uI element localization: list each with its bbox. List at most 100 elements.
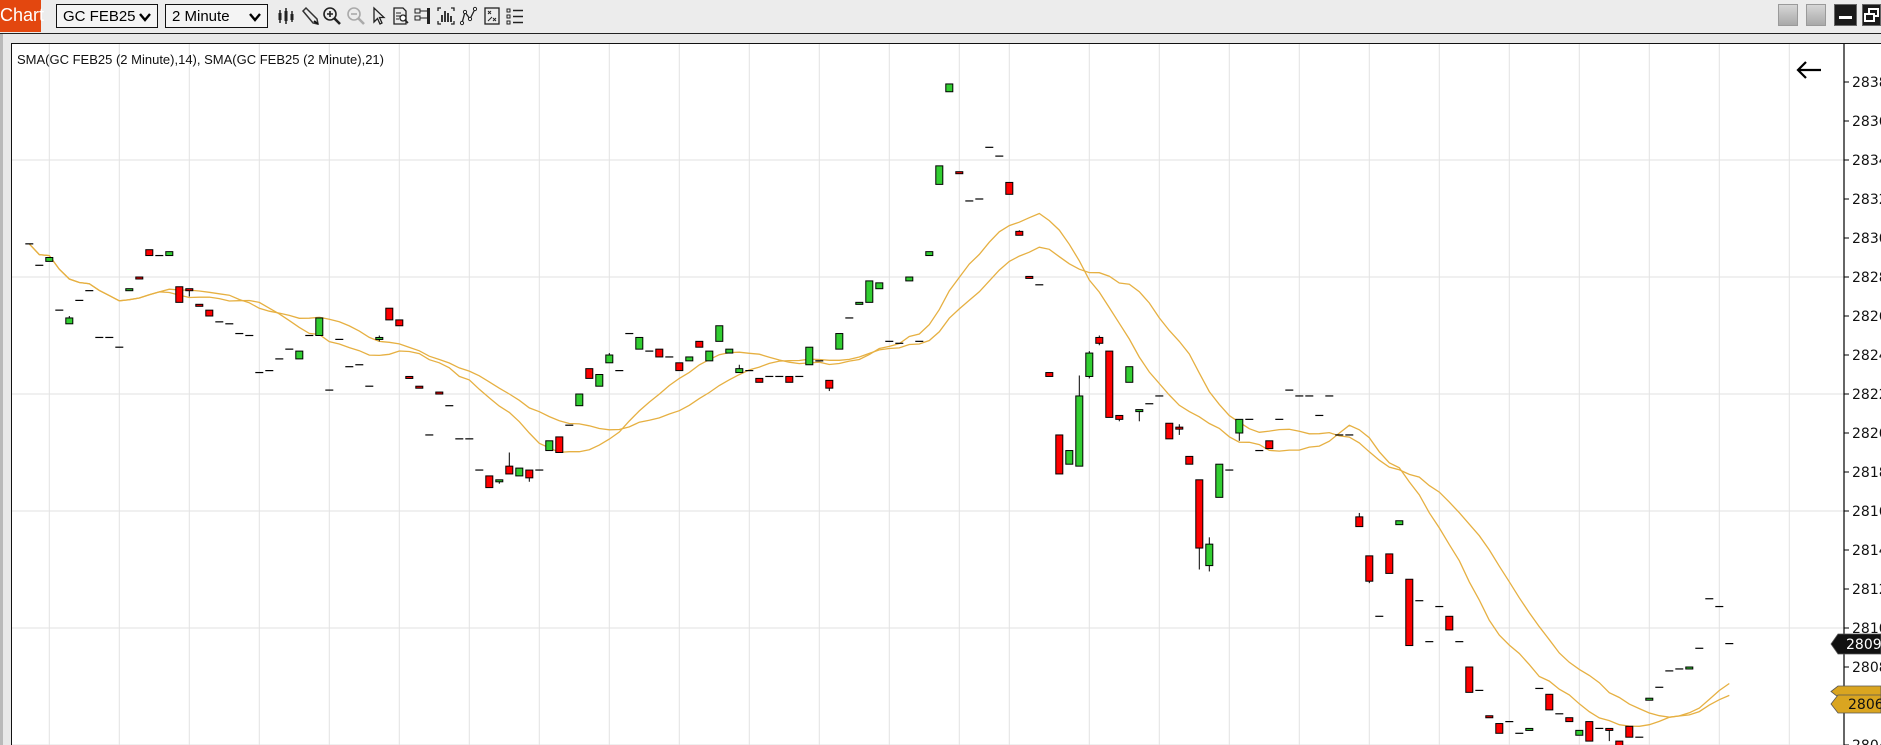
candle-body-up — [1685, 666, 1694, 670]
candle-body-down — [1625, 725, 1634, 738]
candle — [1395, 520, 1404, 526]
candle — [945, 83, 954, 93]
candle — [925, 251, 934, 257]
candle-body-down — [175, 286, 184, 303]
candle-body-down — [435, 391, 444, 395]
candle-body-up — [315, 317, 324, 337]
price-tick-label: 2838 — [1852, 75, 1881, 91]
candle-body-up — [685, 356, 694, 362]
candle-body-up — [1065, 450, 1074, 465]
candle — [725, 348, 734, 354]
candle-body-up — [1215, 463, 1224, 498]
candle — [855, 301, 864, 305]
candle-body-up — [65, 317, 74, 325]
candle-body-up — [1525, 727, 1534, 731]
candle — [1365, 555, 1374, 584]
candle — [1485, 715, 1494, 719]
candle-body-up — [925, 251, 934, 257]
candle — [1645, 697, 1654, 701]
candle — [205, 309, 214, 317]
candle-body-down — [185, 288, 194, 292]
candle — [1355, 512, 1364, 528]
candle — [1525, 727, 1534, 731]
candle — [905, 276, 914, 282]
candle-body-down — [1585, 721, 1594, 742]
candle-body-down — [1005, 181, 1014, 195]
candle — [1105, 350, 1114, 418]
candle-body-down — [1105, 350, 1114, 418]
candle — [1605, 727, 1614, 742]
candle-body-up — [125, 288, 134, 292]
candle — [515, 467, 524, 477]
candle — [485, 475, 494, 489]
candle-body-up — [1085, 352, 1094, 377]
candle-body-up — [1125, 366, 1134, 383]
candle-body-down — [1045, 372, 1054, 377]
candle-body-down — [785, 375, 794, 383]
candle — [1625, 725, 1634, 738]
candle — [545, 440, 554, 452]
price-tick-label: 2832 — [1852, 192, 1881, 208]
candle-body-down — [675, 362, 684, 372]
candle-body-down — [145, 249, 154, 257]
candle-body-up — [945, 83, 954, 93]
candle — [415, 385, 424, 389]
candle — [755, 377, 764, 383]
candle-body-down — [1015, 230, 1024, 236]
candle — [295, 350, 304, 360]
plot-area — [12, 44, 1844, 745]
candle-body-up — [735, 368, 744, 374]
candle — [1115, 414, 1124, 422]
candle — [1235, 418, 1244, 441]
candle-body-down — [1405, 578, 1414, 647]
candle — [1585, 721, 1594, 742]
candle — [1055, 434, 1064, 475]
candle-body-up — [595, 374, 604, 387]
candle-body-up — [705, 350, 714, 362]
candle-body-up — [1135, 409, 1144, 413]
candle — [1025, 275, 1034, 279]
candle-body-up — [1075, 395, 1084, 467]
candle-body-up — [605, 354, 614, 364]
candle-body-up — [575, 393, 584, 407]
candle-body-up — [805, 346, 814, 366]
candle — [495, 479, 504, 484]
candle — [1545, 693, 1554, 711]
sma-14-line — [28, 212, 1730, 727]
candle-body-down — [1185, 455, 1194, 465]
candle — [1135, 409, 1144, 422]
candle — [385, 307, 394, 321]
candle — [1195, 479, 1204, 570]
candle-body-up — [835, 333, 844, 350]
candle-body-down — [825, 379, 834, 389]
candle — [195, 303, 204, 307]
candle-body-down — [955, 171, 964, 175]
last-price-label: 2809 — [1846, 637, 1881, 653]
candle-body-up — [45, 257, 54, 262]
candle-body-up — [865, 280, 874, 303]
candle-body-down — [395, 319, 404, 327]
price-tick-label: 2814 — [1852, 543, 1881, 559]
candle-body-up — [165, 251, 174, 257]
candle — [1015, 230, 1024, 236]
candle — [1125, 366, 1134, 383]
back-arrow-icon[interactable] — [1795, 60, 1823, 80]
price-tick-label: 2828 — [1852, 270, 1881, 286]
candle — [705, 350, 714, 362]
candle — [955, 171, 964, 175]
candle — [865, 280, 874, 303]
candle — [435, 391, 444, 395]
candle — [585, 368, 594, 379]
candle — [935, 165, 944, 185]
candle-body-down — [405, 375, 414, 379]
candle-body-down — [1195, 479, 1204, 549]
candle — [715, 325, 724, 342]
candle-body-down — [485, 475, 494, 489]
candle — [145, 249, 154, 257]
candlestick-chart[interactable]: 2838 2836 2834 2832 2830 2828 2826 2824 2822 2820… — [0, 0, 1881, 745]
candle-body-up — [375, 336, 384, 340]
candle-body-up — [495, 479, 504, 483]
candle — [835, 333, 844, 350]
candle-body-down — [1545, 693, 1554, 711]
sma-21-line — [28, 243, 1730, 718]
